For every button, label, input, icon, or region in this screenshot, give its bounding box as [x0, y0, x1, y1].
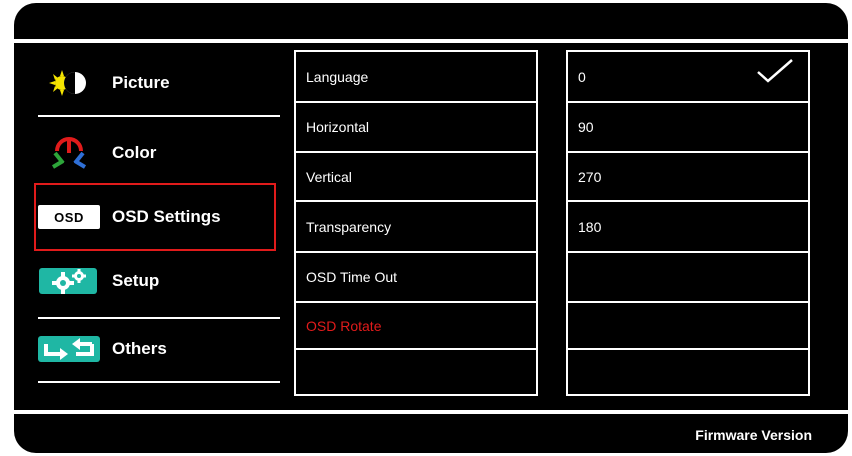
sidebar-item-label: Setup — [112, 271, 160, 290]
sidebar-item-picture[interactable]: Picture — [38, 55, 276, 111]
arrows-icon — [38, 334, 100, 364]
sidebar-item-setup[interactable]: Setup — [38, 253, 276, 309]
menu-item-label: Horizontal — [306, 119, 370, 135]
menu-item-osd-time-out[interactable]: OSD Time Out — [296, 251, 536, 301]
menu-item-vertical[interactable]: Vertical — [296, 151, 536, 200]
osd-icon: OSD — [38, 202, 100, 232]
menu-item-transparency[interactable]: Transparency — [296, 200, 536, 251]
value-list: 0 90 270 180 — [566, 50, 810, 396]
gear-icon — [38, 266, 100, 296]
sidebar-divider — [38, 115, 280, 117]
value-item-vertical[interactable]: 270 — [568, 151, 808, 200]
value-label: 270 — [578, 168, 602, 185]
sidebar-divider — [38, 317, 280, 319]
value-item-horizontal[interactable]: 90 — [568, 101, 808, 151]
settings-list: Language Horizontal Vertical Transparenc… — [294, 50, 538, 396]
menu-item-label: OSD Rotate — [306, 317, 382, 334]
sidebar-item-label: Color — [112, 143, 157, 162]
menu-item-empty — [296, 348, 536, 396]
firmware-version-label: Firmware Version — [695, 427, 812, 443]
menu-item-label: Language — [306, 68, 369, 85]
menu-item-label: Transparency — [306, 218, 392, 235]
osd-menu: Picture Color OSD OSD Settings Setup Oth… — [14, 3, 848, 453]
sidebar-item-label: OSD Settings — [112, 207, 221, 226]
bottom-divider — [14, 410, 848, 414]
top-divider — [14, 39, 848, 43]
sidebar-item-osd-settings[interactable]: OSD OSD Settings — [38, 189, 276, 245]
value-label: 0 — [578, 68, 586, 85]
value-item-empty — [568, 348, 808, 396]
sidebar-item-others[interactable]: Others — [38, 321, 276, 377]
value-label: 180 — [578, 218, 602, 235]
menu-item-label: Vertical — [306, 168, 352, 185]
value-item-transparency[interactable]: 180 — [568, 200, 808, 251]
color-icon — [38, 137, 100, 169]
value-item-osd-time-out[interactable] — [568, 251, 808, 301]
value-label: 90 — [578, 119, 594, 135]
sidebar-divider — [38, 381, 280, 383]
osd-badge: OSD — [38, 205, 100, 229]
value-item-osd-rotate[interactable] — [568, 301, 808, 348]
value-item-language[interactable]: 0 — [568, 50, 808, 101]
picture-icon — [38, 68, 100, 98]
menu-item-horizontal[interactable]: Horizontal — [296, 101, 536, 151]
sidebar-item-color[interactable]: Color — [38, 125, 276, 181]
checkmark-icon — [756, 58, 794, 87]
sidebar-item-label: Picture — [112, 73, 170, 92]
menu-item-osd-rotate[interactable]: OSD Rotate — [296, 301, 536, 348]
sidebar-item-label: Others — [112, 339, 167, 358]
menu-item-language[interactable]: Language — [296, 50, 536, 101]
menu-item-label: OSD Time Out — [306, 269, 398, 285]
